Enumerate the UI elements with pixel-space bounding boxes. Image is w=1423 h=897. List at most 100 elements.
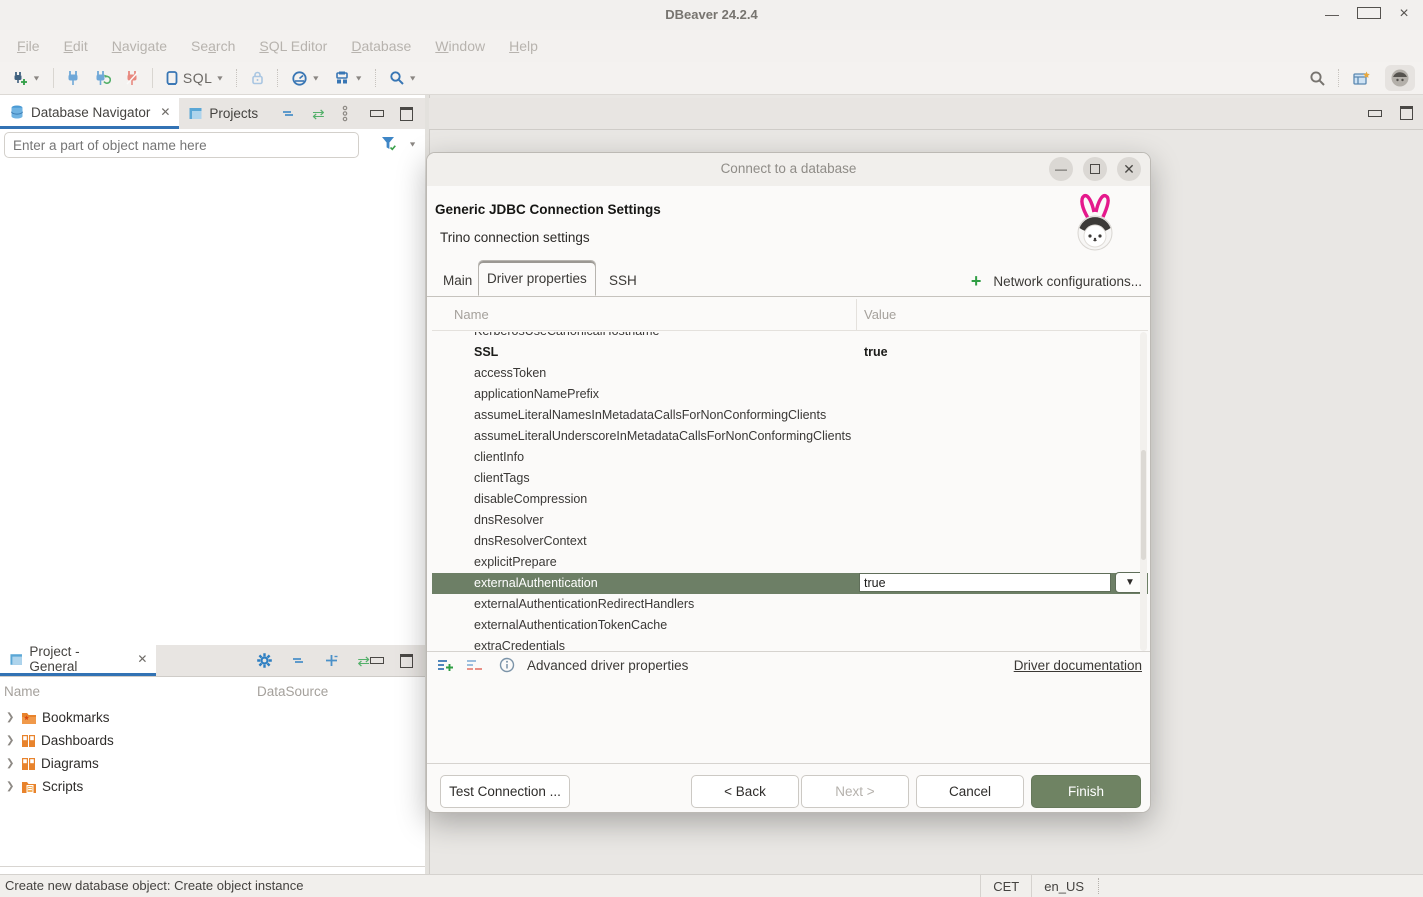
- property-row-applicationNamePrefix[interactable]: applicationNamePrefix: [432, 384, 1148, 405]
- property-row-extraCredentials[interactable]: extraCredentials: [432, 636, 1148, 651]
- window-maximize-button[interactable]: [1357, 6, 1379, 22]
- menu-search[interactable]: Search: [180, 34, 246, 58]
- dialog-tab-driver-properties[interactable]: Driver properties: [478, 260, 596, 296]
- expand-chevron-icon[interactable]: ❯: [6, 712, 16, 723]
- reconnect-button[interactable]: [90, 67, 115, 89]
- network-configurations-button[interactable]: + Network configurations...: [971, 272, 1142, 290]
- property-row-clientInfo[interactable]: clientInfo: [432, 447, 1148, 468]
- expand-all-icon[interactable]: [324, 653, 339, 668]
- dialog-tab-ssh[interactable]: SSH: [600, 264, 646, 296]
- close-icon[interactable]: ✕: [160, 105, 170, 119]
- property-row-SSL[interactable]: SSLtrue: [432, 342, 1148, 363]
- property-row-clientTags[interactable]: clientTags: [432, 468, 1148, 489]
- chevron-down-icon[interactable]: ▼: [408, 140, 417, 148]
- menu-window[interactable]: Window: [424, 34, 496, 58]
- back-button[interactable]: < Back: [691, 775, 799, 808]
- sql-editor-label: SQL: [183, 70, 213, 86]
- property-row-externalAuthentication[interactable]: externalAuthentication▼: [432, 573, 1148, 594]
- gear-icon[interactable]: [256, 652, 273, 669]
- locale-indicator[interactable]: en_US: [1031, 875, 1096, 897]
- menu-file[interactable]: File: [6, 34, 51, 58]
- user-avatar-button[interactable]: [1385, 65, 1415, 91]
- link-editor-icon[interactable]: ⇄: [312, 105, 325, 123]
- property-row-disableCompression[interactable]: disableCompression: [432, 489, 1148, 510]
- dialog-minimize-button[interactable]: —: [1049, 157, 1073, 181]
- tab-label: Projects: [209, 106, 258, 121]
- expand-chevron-icon[interactable]: ❯: [6, 758, 16, 769]
- property-row-externalAuthenticationTokenCache[interactable]: externalAuthenticationTokenCache: [432, 615, 1148, 636]
- maximize-panel-icon[interactable]: [400, 107, 413, 121]
- tree-item-dashboards[interactable]: ❯ Dashboards: [0, 729, 425, 752]
- table-scrollbar[interactable]: [1140, 332, 1147, 651]
- expand-chevron-icon[interactable]: ❯: [6, 781, 16, 792]
- property-row-assumeLiteralNamesInMetadataCallsForNonConformingClients[interactable]: assumeLiteralNamesInMetadataCallsForNonC…: [432, 405, 1148, 426]
- column-header-name[interactable]: Name: [4, 684, 40, 699]
- column-header-name[interactable]: Name: [454, 307, 489, 322]
- close-icon[interactable]: ✕: [137, 652, 147, 666]
- property-row-externalAuthenticationRedirectHandlers[interactable]: externalAuthenticationRedirectHandlers: [432, 594, 1148, 615]
- property-row-dnsResolverContext[interactable]: dnsResolverContext: [432, 531, 1148, 552]
- menu-database[interactable]: Database: [340, 34, 422, 58]
- tree-item-diagrams[interactable]: ❯Diagrams: [0, 752, 425, 775]
- window-close-button[interactable]: ×: [1393, 5, 1415, 23]
- property-value-input[interactable]: [859, 573, 1111, 592]
- test-connection-button[interactable]: Test Connection ...: [440, 775, 570, 808]
- column-header-datasource[interactable]: DataSource: [257, 684, 328, 699]
- global-search-button[interactable]: [1305, 67, 1330, 90]
- new-connection-button[interactable]: ▼: [8, 67, 45, 89]
- minimize-panel-icon[interactable]: [370, 110, 384, 117]
- property-row-KerberosUseCanonicalHostname[interactable]: KerberosUseCanonicalHostname: [432, 332, 1148, 342]
- timezone-indicator[interactable]: CET: [980, 875, 1031, 897]
- chevron-down-icon: ▼: [311, 74, 320, 82]
- property-row-explicitPrepare[interactable]: explicitPrepare: [432, 552, 1148, 573]
- minimize-editor-icon[interactable]: [1368, 110, 1382, 117]
- data-transfer-button[interactable]: ▼: [330, 67, 367, 89]
- next-button[interactable]: Next >: [801, 775, 909, 808]
- disconnect-button[interactable]: [121, 67, 144, 89]
- column-header-value[interactable]: Value: [864, 307, 896, 322]
- property-row-assumeLiteralUnderscoreInMetadataCallsForNonConformingClients[interactable]: assumeLiteralUnderscoreInMetadataCallsFo…: [432, 426, 1148, 447]
- dialog-maximize-button[interactable]: [1083, 157, 1107, 181]
- search-objects-button[interactable]: ▼: [385, 67, 421, 89]
- menu-sql-editor[interactable]: SQL Editor: [248, 34, 338, 58]
- dialog-close-button[interactable]: ✕: [1117, 157, 1141, 181]
- tab-project-general[interactable]: Project - General ✕: [0, 645, 156, 676]
- dialog-tab-main[interactable]: Main: [434, 264, 481, 296]
- remove-property-icon[interactable]: [466, 658, 483, 673]
- cancel-button[interactable]: Cancel: [916, 775, 1024, 808]
- link-editor-icon[interactable]: ⇄: [357, 652, 370, 670]
- menu-help[interactable]: Help: [498, 34, 549, 58]
- menu-edit[interactable]: Edit: [53, 34, 99, 58]
- maximize-editor-icon[interactable]: [1400, 106, 1413, 120]
- tab-projects[interactable]: Projects: [179, 98, 267, 129]
- dialog-titlebar[interactable]: Connect to a database — ✕: [427, 153, 1150, 187]
- statusbar-grip[interactable]: [1098, 878, 1101, 894]
- property-row-accessToken[interactable]: accessToken: [432, 363, 1148, 384]
- menu-navigate[interactable]: Navigate: [101, 34, 178, 58]
- finish-button[interactable]: Finish: [1031, 775, 1141, 808]
- tree-item-scripts[interactable]: ❯Scripts: [0, 775, 425, 798]
- commit-mode-button[interactable]: [246, 67, 269, 89]
- kebab-menu-icon[interactable]: [341, 105, 349, 122]
- property-row-dnsResolver[interactable]: dnsResolver: [432, 510, 1148, 531]
- tree-item-label: Dashboards: [41, 733, 114, 748]
- tab-database-navigator[interactable]: Database Navigator ✕: [0, 98, 179, 129]
- minimize-panel-icon[interactable]: [370, 657, 384, 664]
- dashboard-icon: [291, 70, 308, 87]
- dashboard-button[interactable]: ▼: [287, 67, 324, 90]
- driver-documentation-link[interactable]: Driver documentation: [1014, 658, 1142, 673]
- collapse-all-icon[interactable]: [281, 106, 296, 121]
- tree-item-bookmarks[interactable]: ❯Bookmarks: [0, 706, 425, 729]
- add-property-icon[interactable]: [437, 658, 454, 673]
- object-filter-input[interactable]: [4, 132, 359, 158]
- connect-button[interactable]: [62, 67, 84, 89]
- open-sql-editor-button[interactable]: SQL ▼: [161, 67, 228, 90]
- collapse-all-icon[interactable]: [291, 653, 306, 668]
- window-minimize-button[interactable]: —: [1321, 6, 1343, 22]
- maximize-panel-icon[interactable]: [400, 654, 413, 668]
- filter-icon[interactable]: [380, 135, 398, 152]
- perspective-button[interactable]: [1348, 67, 1375, 90]
- bookmarks-folder-icon: [21, 711, 37, 725]
- main-toolbar: ▼: [0, 62, 1423, 95]
- expand-chevron-icon[interactable]: ❯: [6, 735, 16, 746]
